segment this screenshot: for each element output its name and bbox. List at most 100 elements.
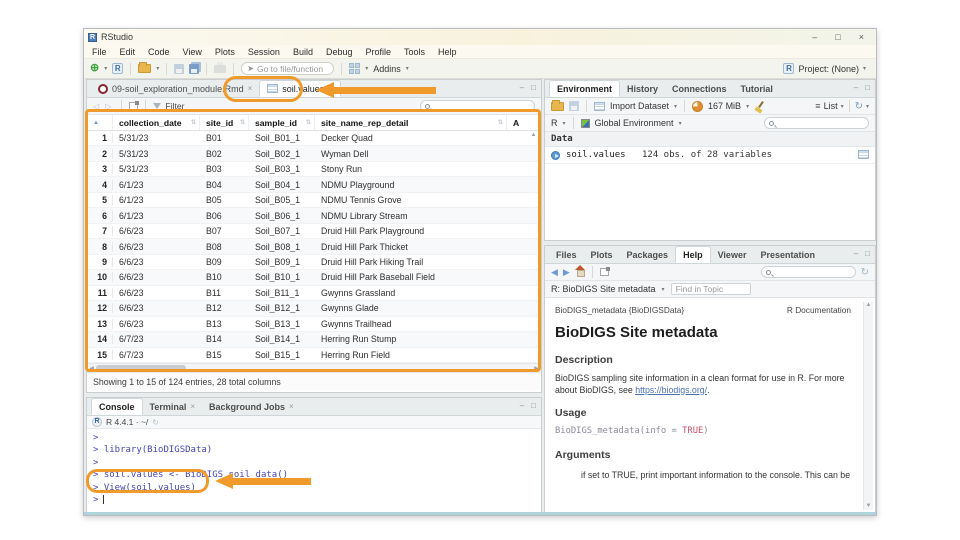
- row-number-header[interactable]: ▲: [87, 115, 113, 130]
- table-row[interactable]: 8 6/6/23 B08 Soil_B08_1 Druid Hill Park …: [87, 239, 541, 255]
- menu-item[interactable]: Debug: [326, 47, 353, 57]
- find-in-topic-input[interactable]: Find in Topic: [670, 283, 751, 295]
- save-workspace-icon[interactable]: [569, 101, 579, 111]
- close-button[interactable]: ×: [859, 30, 864, 44]
- maximize-pane-icon[interactable]: □: [531, 401, 536, 411]
- tab-files[interactable]: Files: [549, 246, 584, 263]
- column-header-partial[interactable]: A: [507, 115, 530, 130]
- workspace-panes-icon[interactable]: [349, 63, 361, 74]
- menu-item[interactable]: Profile: [366, 47, 392, 57]
- minimize-pane-icon[interactable]: –: [520, 83, 524, 93]
- maximize-pane-icon[interactable]: □: [865, 83, 870, 93]
- tab-viewer[interactable]: Viewer: [711, 246, 754, 263]
- back-icon[interactable]: ◀: [551, 267, 558, 278]
- goto-file-function-input[interactable]: ➤ Go to file/function: [241, 62, 335, 75]
- maximize-pane-icon[interactable]: □: [865, 249, 870, 259]
- column-header-site-id[interactable]: site_id ⇅: [200, 115, 249, 130]
- panes-caret-icon[interactable]: ▾: [365, 65, 368, 72]
- tab-environment[interactable]: Environment: [549, 80, 621, 97]
- tab-console[interactable]: Console: [91, 398, 143, 415]
- table-row[interactable]: 3 5/31/23 B03 Soil_B03_1 Stony Run: [87, 161, 541, 178]
- menu-item[interactable]: Plots: [215, 47, 235, 57]
- minimize-pane-icon[interactable]: –: [854, 249, 858, 259]
- working-directory-link-icon[interactable]: ↻: [152, 418, 159, 427]
- save-all-icon[interactable]: [189, 63, 200, 74]
- menu-item[interactable]: File: [92, 47, 107, 57]
- tab-packages[interactable]: Packages: [620, 246, 676, 263]
- memory-usage-button[interactable]: 167 MiB: [708, 101, 741, 111]
- open-file-caret-icon[interactable]: ▾: [156, 65, 159, 72]
- tab-rmd-file[interactable]: 09-soil_exploration_module.Rmd ×: [91, 80, 259, 97]
- table-row[interactable]: 13 6/6/23 B13 Soil_B13_1 Gwynns Trailhea…: [87, 316, 541, 333]
- scroll-left-icon[interactable]: ◀: [87, 365, 96, 372]
- help-topic-dropdown[interactable]: R: BioDIGS Site metadata: [551, 284, 656, 294]
- table-row[interactable]: 5 6/1/23 B05 Soil_B05_1 NDMU Tennis Grov…: [87, 192, 541, 209]
- tab-help[interactable]: Help: [675, 246, 711, 263]
- help-search-input[interactable]: [760, 266, 856, 278]
- filter-icon[interactable]: [152, 103, 161, 109]
- popout-window-icon[interactable]: [599, 267, 610, 276]
- column-header-collection-date[interactable]: collection_date ⇅: [113, 115, 200, 130]
- tab-connections[interactable]: Connections: [665, 80, 734, 97]
- minimize-pane-icon[interactable]: –: [520, 401, 524, 411]
- maximize-pane-icon[interactable]: □: [531, 83, 536, 93]
- menu-item[interactable]: Code: [148, 47, 170, 57]
- close-tab-icon[interactable]: ×: [248, 84, 253, 93]
- table-row[interactable]: 2 5/31/23 B02 Soil_B02_1 Wyman Dell: [87, 146, 541, 162]
- close-tab-icon[interactable]: ×: [289, 402, 294, 411]
- tab-tutorial[interactable]: Tutorial: [734, 80, 780, 97]
- table-row[interactable]: 11 6/6/23 B11 Soil_B11_1 Gwynns Grasslan…: [87, 285, 541, 302]
- table-row[interactable]: 15 6/7/23 B15 Soil_B15_1 Herring Run Fie…: [87, 347, 541, 364]
- menu-item[interactable]: Session: [248, 47, 280, 57]
- list-view-button[interactable]: List: [824, 101, 838, 111]
- table-row[interactable]: 6 6/1/23 B06 Soil_B06_1 NDMU Library Str…: [87, 208, 541, 224]
- save-icon[interactable]: [174, 63, 185, 74]
- print-icon[interactable]: [214, 61, 227, 73]
- maximize-button[interactable]: □: [835, 30, 840, 44]
- console-output[interactable]: > > library(BioDIGSData) > > soil.values <-…: [87, 429, 541, 506]
- column-header-sample-id[interactable]: sample_id ⇅: [249, 115, 315, 130]
- import-dataset-button[interactable]: Import Dataset: [610, 101, 669, 111]
- new-file-icon[interactable]: ⊕: [90, 63, 99, 74]
- tab-soil-values[interactable]: soil.values ×: [259, 80, 341, 97]
- table-horizontal-scrollbar[interactable]: ◀ ▶: [87, 363, 541, 373]
- table-row[interactable]: 10 6/6/23 B10 Soil_B10_1 Druid Hill Park…: [87, 270, 541, 286]
- addins-button[interactable]: Addins: [373, 64, 401, 74]
- tab-background-jobs[interactable]: Background Jobs ×: [202, 398, 301, 415]
- popout-window-icon[interactable]: [128, 101, 139, 110]
- table-row[interactable]: 12 6/6/23 B12 Soil_B12_1 Gwynns Glade: [87, 301, 541, 317]
- menu-item[interactable]: Build: [293, 47, 313, 57]
- home-icon[interactable]: [574, 264, 585, 278]
- load-workspace-icon[interactable]: [551, 99, 564, 111]
- new-project-icon[interactable]: R: [112, 63, 124, 74]
- menu-item[interactable]: Tools: [404, 47, 425, 57]
- new-file-caret-icon[interactable]: ▾: [104, 65, 107, 72]
- open-file-icon[interactable]: [138, 62, 152, 73]
- table-search-input[interactable]: [420, 100, 535, 112]
- clear-objects-broom-icon[interactable]: [754, 101, 765, 112]
- view-table-icon[interactable]: [858, 150, 869, 159]
- scroll-right-icon[interactable]: ▶: [532, 365, 541, 372]
- menu-item[interactable]: Edit: [120, 47, 136, 57]
- table-row[interactable]: 4 6/1/23 B04 Soil_B04_1 NDMU Playground: [87, 177, 541, 193]
- close-tab-icon[interactable]: ×: [190, 402, 195, 411]
- scroll-up-icon[interactable]: ▲: [864, 302, 873, 308]
- table-row[interactable]: 1 5/31/23 B01 Soil_B01_1 Decker Quad: [87, 131, 541, 147]
- table-row[interactable]: 14 6/7/23 B14 Soil_B14_1 Herring Run Stu…: [87, 332, 541, 348]
- table-row[interactable]: 7 6/6/23 B07 Soil_B07_1 Druid Hill Park …: [87, 223, 541, 240]
- menu-item[interactable]: View: [183, 47, 202, 57]
- column-header-site-name[interactable]: site_name_rep_detail ⇅: [315, 115, 507, 130]
- close-tab-icon[interactable]: ×: [328, 84, 333, 93]
- nav-back-forward-icons[interactable]: ◁ ▷: [93, 102, 114, 111]
- environment-entry-soil-values[interactable]: soil.values 124 obs. of 28 variables: [545, 147, 875, 164]
- project-menu[interactable]: R Project: (None) ▾: [783, 63, 870, 74]
- r-logo-icon[interactable]: R: [92, 417, 102, 427]
- r-language-button[interactable]: R: [551, 118, 558, 128]
- help-scrollbar[interactable]: ▲ ▼: [863, 302, 873, 510]
- tab-plots[interactable]: Plots: [584, 246, 620, 263]
- table-vertical-scrollbar[interactable]: ▲: [529, 132, 538, 362]
- refresh-icon[interactable]: ↻: [855, 101, 863, 112]
- scrollbar-thumb[interactable]: [96, 364, 186, 372]
- scroll-up-icon[interactable]: ▲: [529, 132, 538, 138]
- global-environment-dropdown[interactable]: Global Environment: [595, 118, 674, 128]
